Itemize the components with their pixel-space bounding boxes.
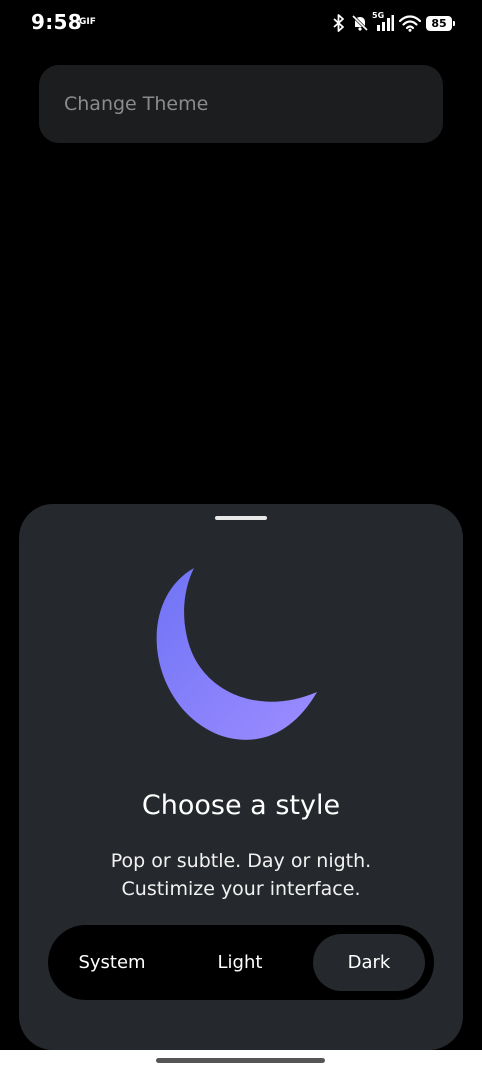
theme-option-system[interactable]: System [56,934,168,991]
theme-option-light[interactable]: Light [184,934,296,991]
theme-bottom-sheet: Choose a style Pop or subtle. Day or nig… [19,504,463,1050]
change-theme-card[interactable]: Change Theme [39,65,443,143]
network-label: 5G [372,11,385,20]
navigation-bar [0,1050,482,1072]
theme-segmented-control: System Light Dark [48,925,434,1000]
sheet-description-line-2: Custimize your interface. [121,878,361,900]
wifi-icon [399,14,421,32]
status-time: 9:58 [31,10,82,34]
status-bar: 9:58 GIF 5G 85 [0,0,482,46]
sheet-description: Pop or subtle. Day or nigth. Custimize y… [19,847,463,903]
battery-icon: 85 [426,15,455,31]
gif-badge: GIF [79,17,96,27]
sheet-drag-handle[interactable] [215,516,267,520]
home-indicator[interactable] [156,1058,325,1063]
moon-icon [156,568,317,740]
bluetooth-icon [332,14,346,32]
sheet-description-line-1: Pop or subtle. Day or nigth. [110,850,372,872]
bell-muted-icon [351,14,369,32]
status-icons: 5G 85 [332,11,455,34]
change-theme-label: Change Theme [64,93,209,115]
sheet-title: Choose a style [141,790,341,821]
theme-option-dark[interactable]: Dark [313,934,425,991]
signal-icon: 5G [372,11,394,32]
